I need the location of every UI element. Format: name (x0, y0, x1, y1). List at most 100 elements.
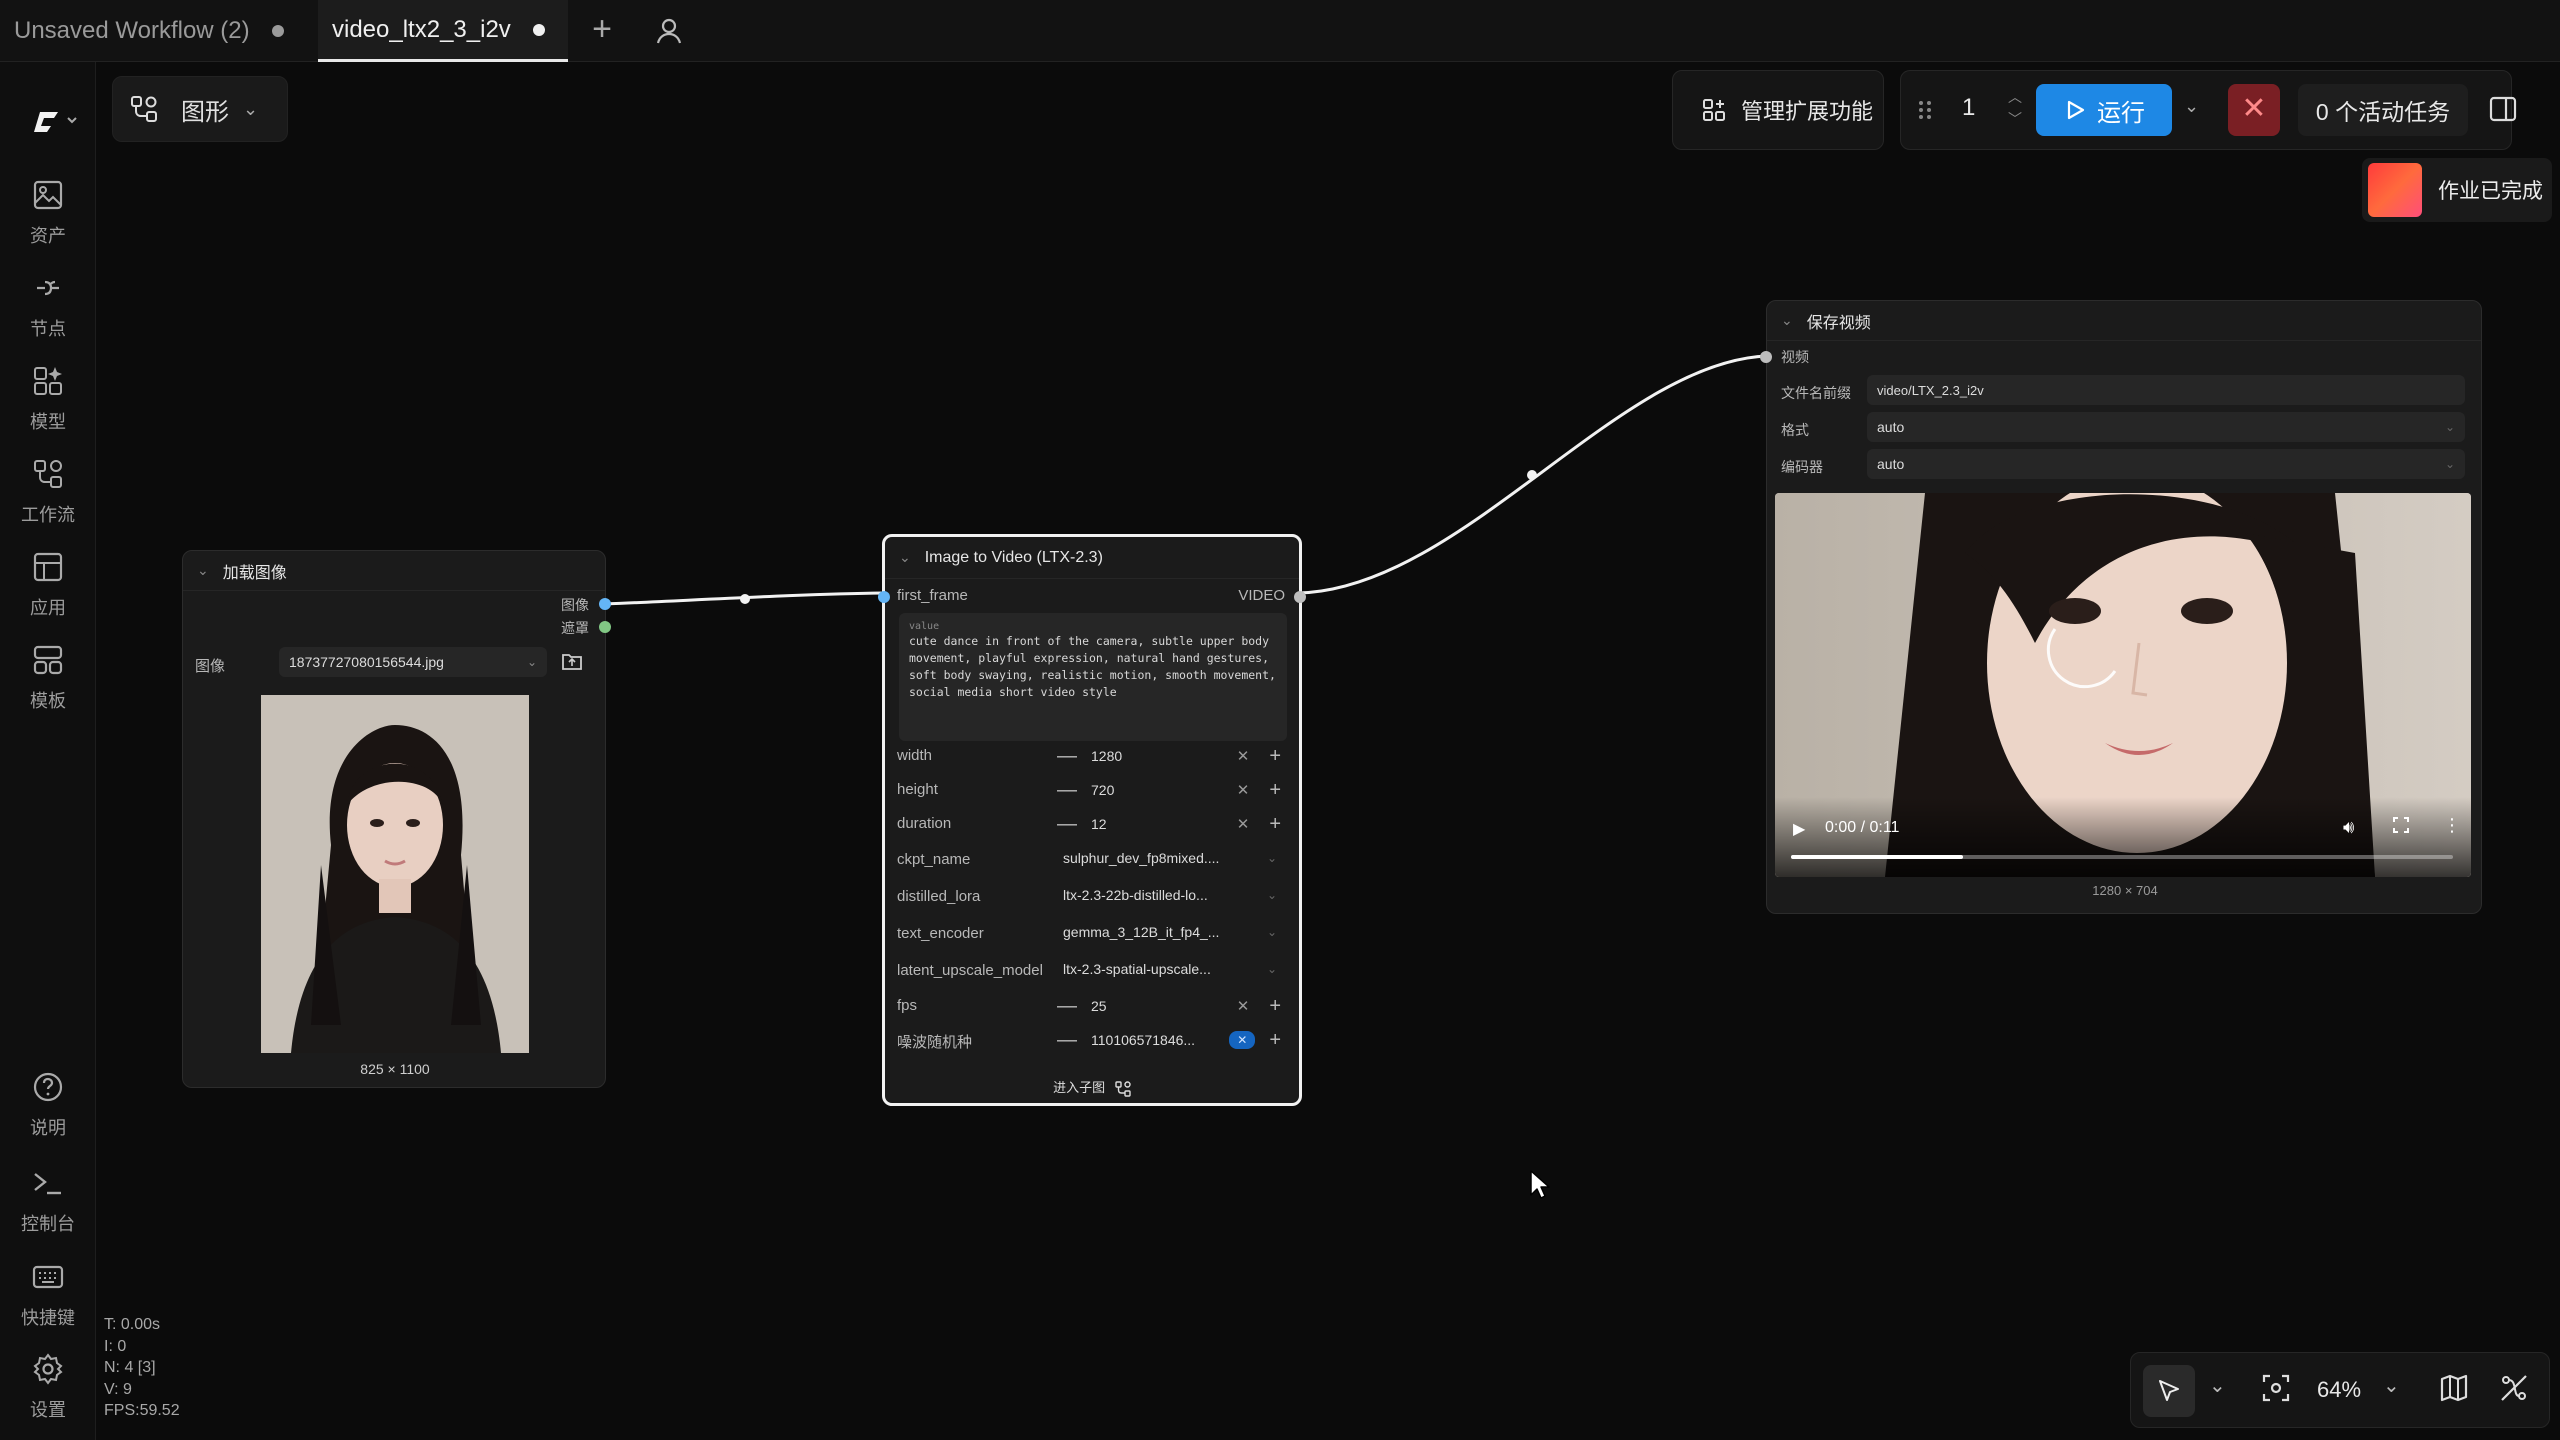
volume-icon[interactable]: 🔊︎ (2343, 817, 2354, 838)
node-header[interactable]: ⌄ 加载图像 (183, 551, 605, 591)
output-image-port[interactable] (599, 598, 611, 610)
height-stepper[interactable]: — 720 ✕ + (1053, 775, 1287, 805)
output-video-port[interactable] (1294, 591, 1306, 603)
minus-icon[interactable]: — (1057, 779, 1077, 802)
app-logo-icon[interactable] (30, 104, 82, 140)
minus-icon[interactable]: — (1057, 1029, 1077, 1052)
input-video-label: 视频 (1781, 349, 1809, 365)
image-file-select[interactable]: 18737727080156544.jpg ⌄ (279, 647, 547, 677)
sidebar-item-help[interactable]: 说明 (0, 1070, 96, 1140)
width-stepper[interactable]: — 1280 ✕ + (1053, 741, 1287, 771)
ckpt-select[interactable]: sulphur_dev_fp8mixed.... ⌄ (1053, 843, 1287, 873)
node-header[interactable]: ⌄ 保存视频 (1767, 301, 2481, 341)
output-mask-port[interactable] (599, 621, 611, 633)
plus-icon[interactable]: + (1269, 1029, 1281, 1052)
link-widget-icon[interactable]: ✕ (1237, 747, 1250, 765)
zoom-chevron-down-icon[interactable]: ⌄ (2383, 1373, 2400, 1398)
video-controls: ▶ 0:00 / 0:11 🔊︎ ⋮ (1775, 797, 2471, 877)
chevron-down-icon[interactable]: ⌄ (899, 549, 911, 566)
play-icon[interactable]: ▶ (1793, 819, 1805, 839)
graph-mode-dropdown[interactable]: 图形 ⌄ (112, 76, 288, 142)
prefix-label: 文件名前缀 (1781, 385, 1851, 401)
chevron-down-icon[interactable]: ﹀ (2008, 108, 2022, 130)
plus-icon[interactable]: + (1269, 745, 1281, 768)
chevron-down-icon[interactable]: ⌄ (197, 562, 209, 579)
seed-stepper[interactable]: — 110106571846... ✕ + (1053, 1025, 1287, 1055)
panel-toggle-icon[interactable] (2486, 92, 2520, 126)
drag-handle-icon[interactable] (1914, 98, 1936, 122)
video-progress-bar[interactable] (1791, 855, 2453, 859)
format-select[interactable]: auto ⌄ (1867, 412, 2465, 442)
sidebar-item-shortcuts[interactable]: 快捷键 (0, 1260, 96, 1330)
enter-subgraph-button[interactable]: 进入子图 (885, 1077, 1299, 1097)
sidebar-item-nodes[interactable]: 节点 (0, 271, 96, 341)
input-first-frame-port[interactable] (878, 591, 890, 603)
plus-icon[interactable]: + (1269, 779, 1281, 802)
minus-icon[interactable]: — (1057, 995, 1077, 1018)
randomize-toggle-icon[interactable]: ✕ (1229, 1031, 1256, 1049)
minus-icon[interactable]: — (1057, 813, 1077, 836)
fit-view-icon[interactable] (2261, 1373, 2291, 1408)
sidebar-item-console[interactable]: 控制台 (0, 1166, 96, 1236)
manage-extensions-button[interactable]: 管理扩展功能 (1672, 70, 1884, 150)
chevron-up-icon[interactable]: ︿ (2008, 86, 2022, 108)
chevron-down-icon[interactable]: ⌄ (1781, 312, 1793, 329)
new-tab-plus-icon[interactable]: + (584, 12, 620, 48)
sidebar-item-templates[interactable]: 模板 (0, 643, 96, 713)
node-header[interactable]: ⌄ Image to Video (LTX-2.3) (885, 537, 1299, 579)
fps-value[interactable]: 25 (1091, 998, 1107, 1014)
width-value[interactable]: 1280 (1091, 748, 1122, 764)
video-player[interactable]: ▶ 0:00 / 0:11 🔊︎ ⋮ (1775, 493, 2471, 877)
manage-extensions-label: 管理扩展功能 (1741, 99, 1874, 124)
fps-stepper[interactable]: — 25 ✕ + (1053, 991, 1287, 1021)
queue-count-input[interactable]: 1 (1962, 94, 1975, 122)
lora-select[interactable]: ltx-2.3-22b-distilled-lo... ⌄ (1053, 880, 1287, 910)
filename-prefix-input[interactable]: video/LTX_2.3_i2v (1867, 375, 2465, 405)
input-video-port[interactable] (1760, 351, 1772, 363)
hide-links-icon[interactable] (2499, 1373, 2529, 1408)
user-icon[interactable] (652, 14, 686, 48)
link-midpoint (740, 594, 750, 604)
tool-chevron-down-icon[interactable]: ⌄ (2209, 1373, 2226, 1398)
fullscreen-icon[interactable] (2393, 817, 2409, 838)
job-complete-toast[interactable]: 作业已完成 (2362, 158, 2552, 222)
run-options-chevron-down-icon[interactable]: ⌄ (2184, 96, 2199, 117)
plus-icon[interactable]: + (1269, 995, 1281, 1018)
duration-stepper[interactable]: — 12 ✕ + (1053, 809, 1287, 839)
save-video-node[interactable]: ⌄ 保存视频 视频 文件名前缀 video/LTX_2.3_i2v 格式 aut… (1760, 300, 2482, 914)
prompt-textarea[interactable]: value cute dance in front of the camera,… (899, 613, 1287, 741)
lora-value: ltx-2.3-22b-distilled-lo... (1063, 887, 1208, 903)
duration-value[interactable]: 12 (1091, 816, 1107, 832)
codec-select[interactable]: auto ⌄ (1867, 449, 2465, 479)
run-button[interactable]: 运行 (2036, 84, 2172, 136)
cancel-run-button[interactable]: ✕ (2228, 84, 2280, 136)
sidebar-item-assets[interactable]: 资产 (0, 178, 96, 248)
upscale-select[interactable]: ltx-2.3-spatial-upscale... ⌄ (1053, 954, 1287, 984)
link-widget-icon[interactable]: ✕ (1237, 997, 1250, 1015)
sidebar-item-workflows[interactable]: 工作流 (0, 457, 96, 527)
select-tool-button[interactable] (2143, 1365, 2195, 1417)
minimap-icon[interactable] (2439, 1373, 2469, 1408)
canvas-toolbar: ⌄ 64% ⌄ (2130, 1352, 2550, 1428)
height-value[interactable]: 720 (1091, 782, 1114, 798)
minus-icon[interactable]: — (1057, 745, 1077, 768)
sidebar-item-apps[interactable]: 应用 (0, 550, 96, 620)
video-progress-fill (1791, 855, 1964, 859)
zoom-level[interactable]: 64% (2317, 1377, 2361, 1403)
link-widget-icon[interactable]: ✕ (1237, 815, 1250, 833)
run-label: 运行 (2097, 99, 2145, 127)
queue-count-stepper[interactable]: ︿ ﹀ (2008, 86, 2022, 130)
image-to-video-node[interactable]: ⌄ Image to Video (LTX-2.3) first_frame V… (878, 534, 1306, 1106)
tab-unsaved-workflow[interactable]: Unsaved Workflow (2) (0, 0, 316, 62)
upload-folder-icon[interactable] (561, 651, 583, 676)
active-tasks-button[interactable]: 0 个活动任务 (2298, 84, 2468, 136)
more-options-icon[interactable]: ⋮ (2443, 816, 2461, 834)
plus-icon[interactable]: + (1269, 813, 1281, 836)
sidebar-item-models[interactable]: 模型 (0, 364, 96, 434)
encoder-select[interactable]: gemma_3_12B_it_fp4_... ⌄ (1053, 917, 1287, 947)
link-widget-icon[interactable]: ✕ (1237, 781, 1250, 799)
load-image-node[interactable]: ⌄ 加载图像 图像 遮罩 图像 18737727080156544.jpg ⌄ … (182, 550, 611, 1088)
seed-value[interactable]: 110106571846... (1091, 1032, 1195, 1048)
tab-video-ltx[interactable]: video_ltx2_3_i2v (318, 0, 568, 62)
sidebar-item-settings[interactable]: 设置 (0, 1352, 96, 1422)
